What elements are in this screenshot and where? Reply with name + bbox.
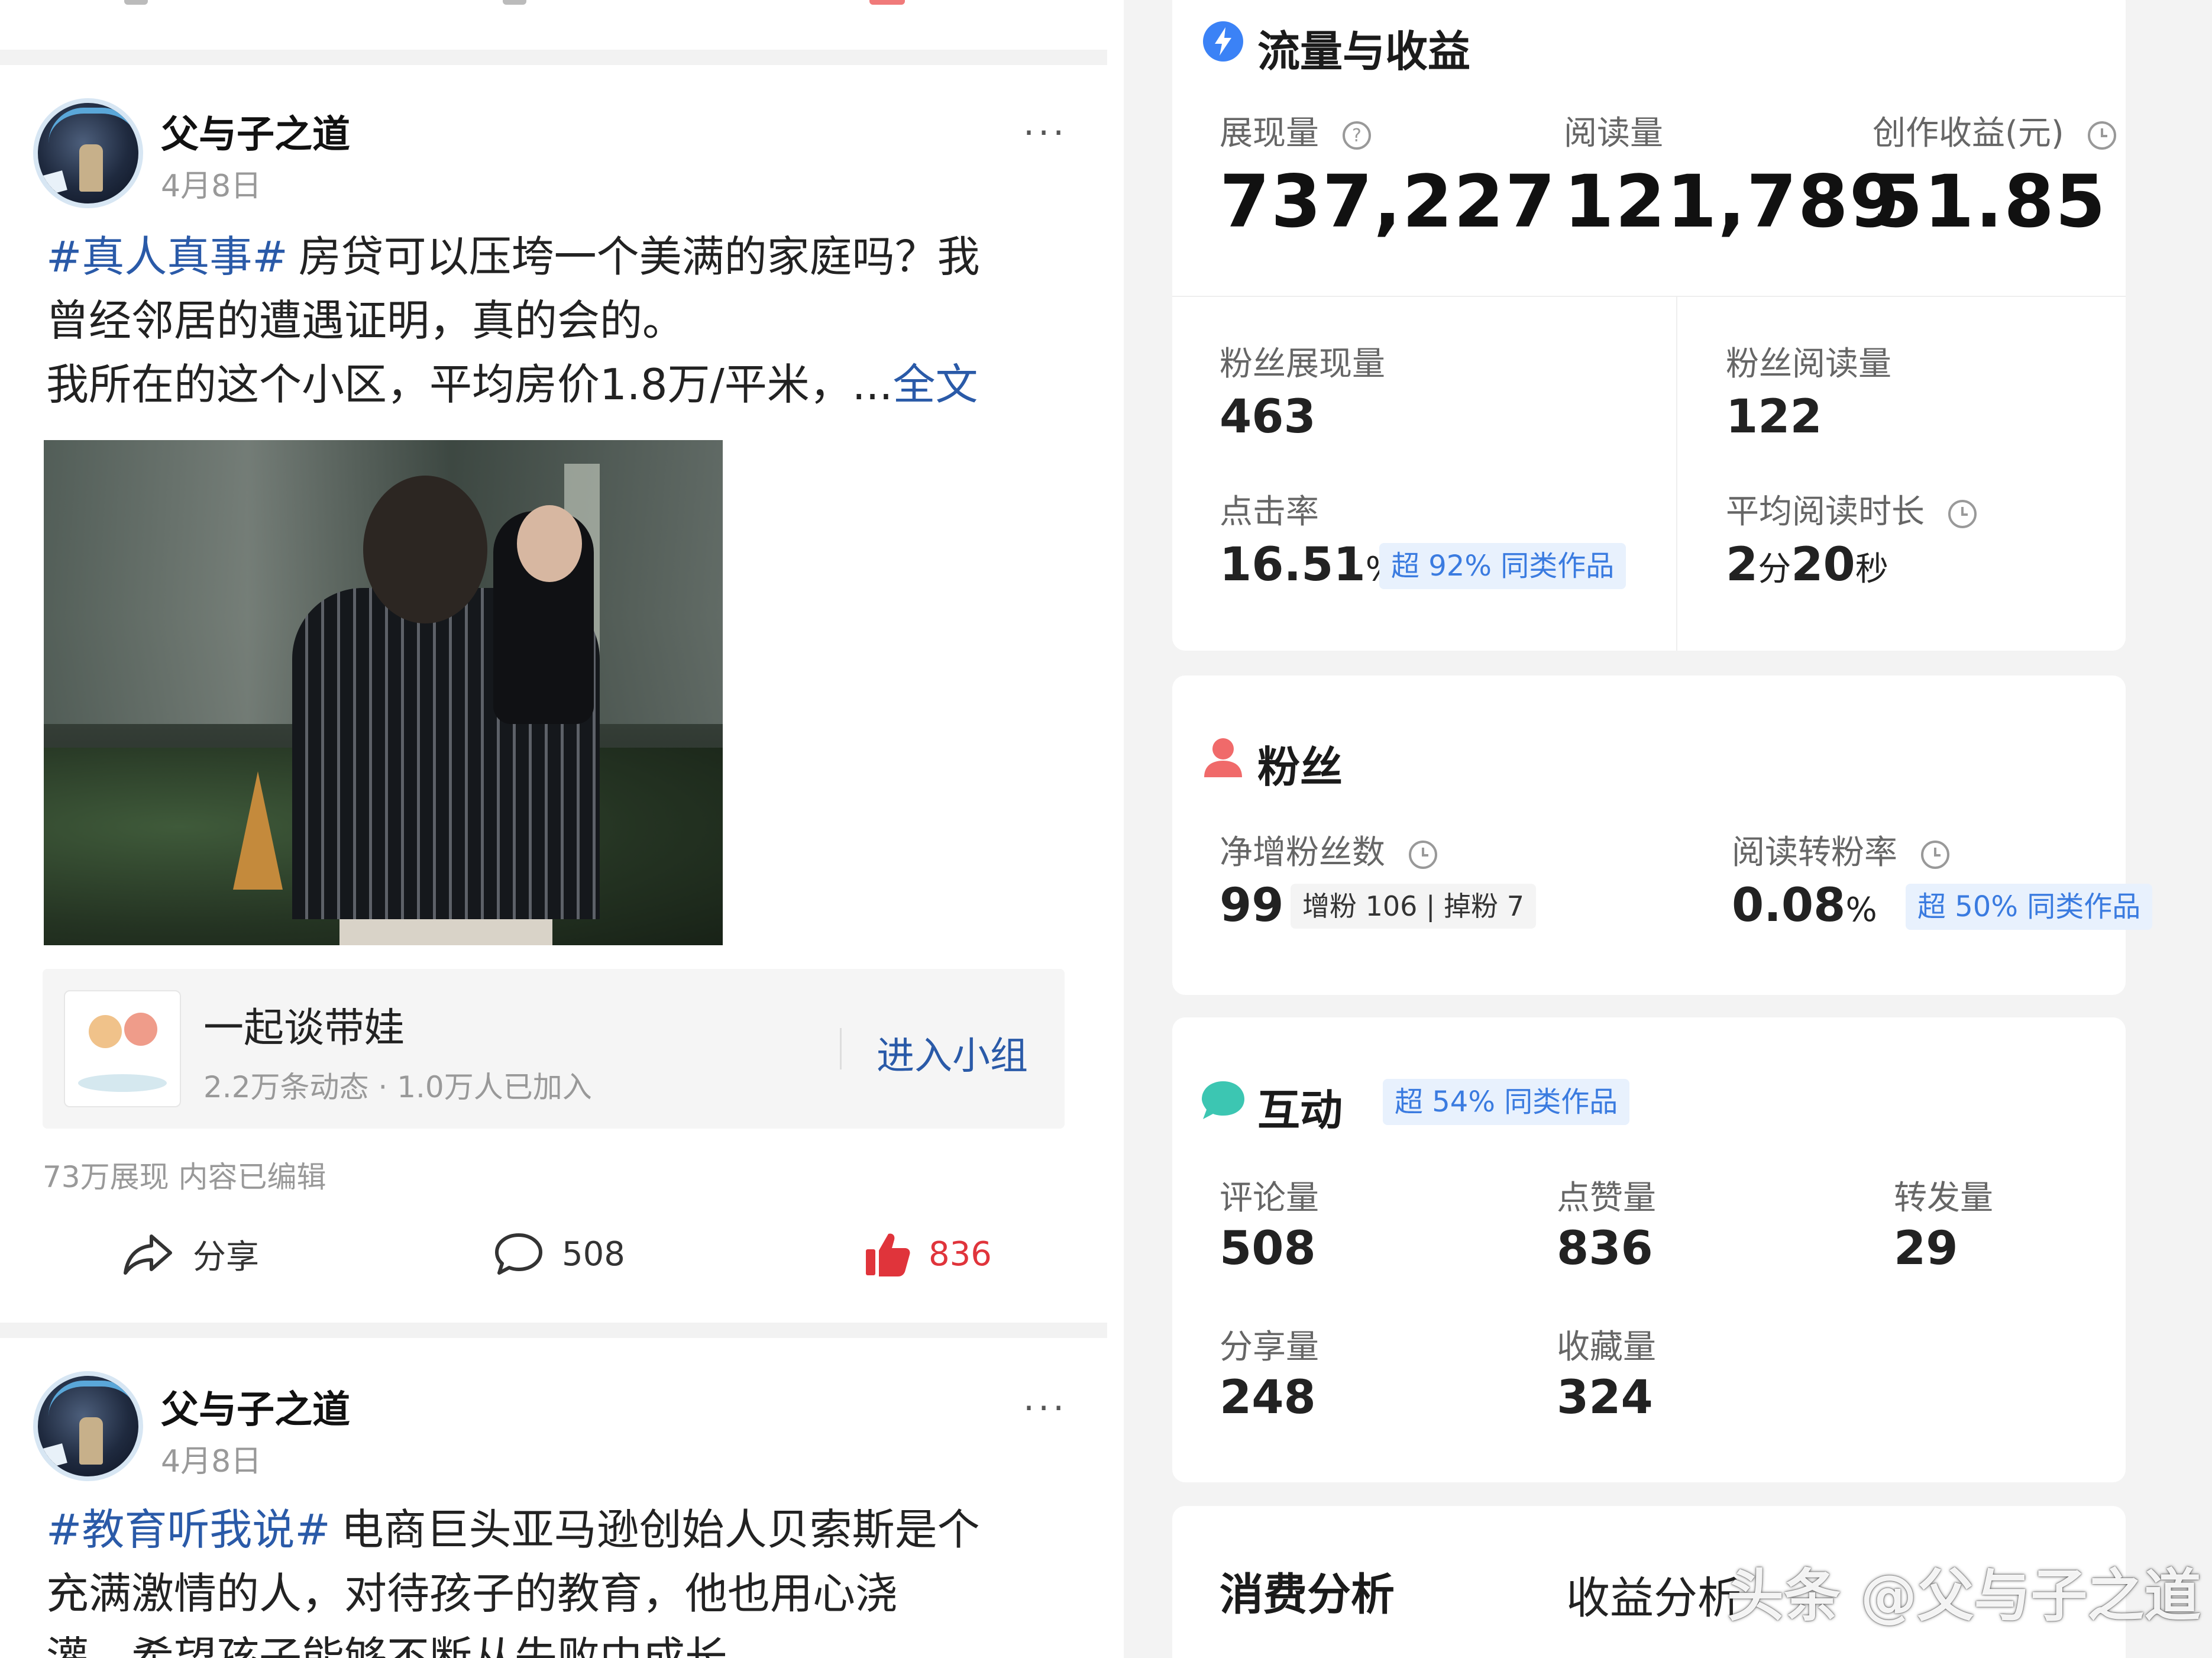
avg-read-time-value: 2分20秒	[1726, 538, 1888, 592]
fans-card: 粉丝 净增粉丝数 99 增粉 106 | 掉粉 7 阅读转粉率 0.08% 超 …	[1172, 676, 2153, 995]
like-button[interactable]: 836	[864, 1224, 992, 1284]
shares-label: 分享量	[1220, 1328, 1319, 1366]
previous-post-fragment	[0, 0, 1107, 50]
group-meta: 2.2万条动态 · 1.0万人已加入	[203, 1070, 592, 1104]
interaction-title: 互动	[1257, 1085, 1343, 1135]
net-fans-value: 99	[1220, 879, 1284, 932]
group-icon	[64, 990, 181, 1107]
post-line-1: #真人真事# 房贷可以压垮一个美满的家庭吗？我	[46, 225, 980, 289]
tab-consumption-analysis[interactable]: 消费分析	[1220, 1559, 1395, 1623]
impressions-label: 展现量 ?	[1220, 106, 1372, 154]
group-name: 一起谈带娃	[203, 1005, 405, 1052]
ctr-value: 16.51%	[1220, 538, 1397, 592]
fans-gain-loss-badge: 增粉 106 | 掉粉 7	[1291, 884, 1537, 929]
favorites-label: 收藏量	[1557, 1328, 1656, 1366]
forwards-value: 29	[1894, 1222, 1958, 1275]
favorites-value: 324	[1557, 1371, 1653, 1424]
join-group-button[interactable]: 进入小组	[877, 1026, 1028, 1080]
shares-value: 248	[1220, 1371, 1316, 1424]
feed-post[interactable]: 父与子之道 4月8日 ··· #教育听我说# 电商巨头亚马逊创始人贝索斯是个 充满…	[0, 1338, 1107, 1658]
reads-label: 阅读量	[1564, 114, 1663, 153]
forwards-label: 转发量	[1894, 1179, 1993, 1217]
post-line-3: 灌，希望孩子能够不断从失败中成长	[46, 1633, 728, 1658]
fan-impressions-value: 463	[1220, 390, 1316, 444]
group-card[interactable]: 一起谈带娃 2.2万条动态 · 1.0万人已加入 进入小组	[43, 969, 1065, 1129]
post-text: 我所在的这个小区，平均房价1.8万/平米，...	[46, 360, 893, 409]
read-to-fan-value: 0.08%	[1732, 879, 1877, 932]
comment-count: 508	[562, 1234, 625, 1274]
post-date: 4月8日	[161, 169, 262, 204]
interaction-badge: 超 54% 同类作品	[1383, 1079, 1630, 1125]
svg-text:?: ?	[1352, 125, 1362, 146]
clock-icon[interactable]	[2087, 120, 2117, 151]
post-line-3: 我所在的这个小区，平均房价1.8万/平米，...全文	[46, 353, 980, 416]
avg-read-time-label: 平均阅读时长	[1726, 485, 1978, 533]
post-text: 电商巨头亚马逊创始人贝索斯是个	[341, 1505, 980, 1554]
impressions-value: 737,227	[1220, 160, 1557, 244]
clock-icon[interactable]	[1947, 499, 1978, 529]
hashtag-link[interactable]: #教育听我说#	[46, 1505, 331, 1554]
earnings-label: 创作收益(元)	[1873, 106, 2117, 154]
clock-icon[interactable]	[1920, 839, 1951, 870]
likes-label: 点赞量	[1557, 1179, 1656, 1217]
comment-icon	[495, 1233, 542, 1275]
ctr-badge: 超 92% 同类作品	[1379, 543, 1626, 589]
avatar[interactable]	[33, 1371, 143, 1481]
post-body[interactable]: #教育听我说# 电商巨头亚马逊创始人贝索斯是个 充满激情的人，对待孩子的教育，他也…	[46, 1498, 980, 1658]
author-name[interactable]: 父与子之道	[161, 104, 350, 159]
avatar[interactable]	[33, 98, 143, 208]
like-count: 836	[929, 1234, 992, 1274]
comments-value: 508	[1220, 1222, 1316, 1275]
clock-icon[interactable]	[1408, 839, 1438, 870]
post-line-2: 曾经邻居的遭遇证明，真的会的。	[46, 296, 685, 345]
bolt-icon	[1203, 21, 1243, 62]
feed-separator	[0, 1323, 1107, 1338]
earnings-value: 51.85	[1873, 160, 2107, 244]
net-fans-label: 净增粉丝数	[1220, 826, 1438, 874]
read-to-fan-label: 阅读转粉率	[1732, 826, 1951, 874]
post-date: 4月8日	[161, 1444, 262, 1479]
dashboard-panel: 流量与收益 展现量 ? 737,227 阅读量 121,789 创作收益(元) …	[1124, 0, 2212, 1658]
interaction-card: 互动 超 54% 同类作品 评论量 508 点赞量 836 转发量 29 分享量…	[1172, 1017, 2126, 1482]
tab-earnings-analysis[interactable]: 收益分析	[1566, 1563, 1741, 1626]
comment-button[interactable]: 508	[493, 1224, 625, 1284]
post-stats: 73万展现 内容已编辑	[43, 1160, 326, 1194]
share-label: 分享	[193, 1237, 259, 1276]
feed-separator	[0, 50, 1107, 65]
post-text: 房贷可以压垮一个美满的家庭吗？我	[298, 232, 980, 282]
share-button[interactable]: 分享	[122, 1224, 259, 1284]
traffic-title: 流量与收益	[1257, 27, 1471, 76]
divider	[840, 1028, 842, 1069]
likes-value: 836	[1557, 1222, 1653, 1275]
author-name[interactable]: 父与子之道	[161, 1379, 350, 1434]
chat-bubble-icon	[1202, 1081, 1244, 1119]
post-image[interactable]	[44, 440, 723, 945]
comments-label: 评论量	[1220, 1179, 1319, 1217]
traffic-card: 流量与收益 展现量 ? 737,227 阅读量 121,789 创作收益(元) …	[1172, 0, 2126, 651]
question-icon[interactable]: ?	[1341, 120, 1372, 151]
post-line-2: 充满激情的人，对待孩子的教育，他也用心浇	[46, 1569, 898, 1618]
post-line-1: #教育听我说# 电商巨头亚马逊创始人贝索斯是个	[46, 1498, 980, 1562]
ctr-label: 点击率	[1220, 493, 1319, 531]
fan-impressions-label: 粉丝展现量	[1220, 345, 1385, 383]
divider	[1172, 296, 2126, 297]
reads-value: 121,789	[1564, 160, 1901, 244]
conversion-badge: 超 50% 同类作品	[1906, 884, 2153, 930]
fan-reads-label: 粉丝阅读量	[1726, 345, 1891, 383]
feed-panel: 父与子之道 4月8日 ··· #真人真事# 房贷可以压垮一个美满的家庭吗？我 曾经…	[0, 0, 1107, 1658]
watermark: 头条 @父与子之道	[1727, 1563, 2201, 1629]
divider	[1676, 297, 1677, 651]
more-icon[interactable]: ···	[1023, 112, 1068, 154]
hashtag-link[interactable]: #真人真事#	[46, 232, 288, 282]
read-full-link[interactable]: 全文	[892, 360, 978, 409]
thumb-up-icon	[866, 1233, 910, 1276]
more-icon[interactable]: ···	[1023, 1388, 1068, 1429]
post-body[interactable]: #真人真事# 房贷可以压垮一个美满的家庭吗？我 曾经邻居的遭遇证明，真的会的。 我…	[46, 225, 980, 416]
fans-title: 粉丝	[1257, 742, 1343, 792]
person-icon	[1204, 738, 1242, 777]
share-icon	[124, 1234, 172, 1275]
fan-reads-value: 122	[1726, 390, 1822, 444]
